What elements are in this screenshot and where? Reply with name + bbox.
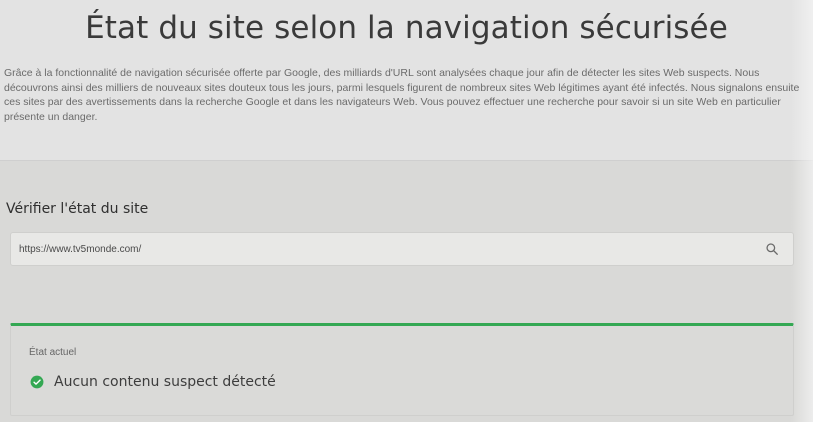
page: État du site selon la navigation sécuris… (0, 0, 813, 422)
site-url-input[interactable] (19, 233, 749, 265)
site-search-box[interactable] (10, 232, 794, 266)
status-row: Aucun contenu suspect détecté (30, 372, 276, 392)
status-label: État actuel (29, 347, 77, 358)
current-status-card: État actuel Aucun contenu suspect détect… (10, 323, 794, 416)
intro-paragraph: Grâce à la fonctionnalité de navigation … (4, 67, 800, 123)
search-icon[interactable] (765, 242, 779, 256)
check-site-title: Vérifier l'état du site (6, 201, 149, 217)
right-edge-shade (791, 0, 813, 422)
check-circle-icon (30, 375, 44, 389)
status-value: Aucun contenu suspect détecté (54, 374, 276, 390)
page-title: État du site selon la navigation sécuris… (85, 10, 728, 46)
